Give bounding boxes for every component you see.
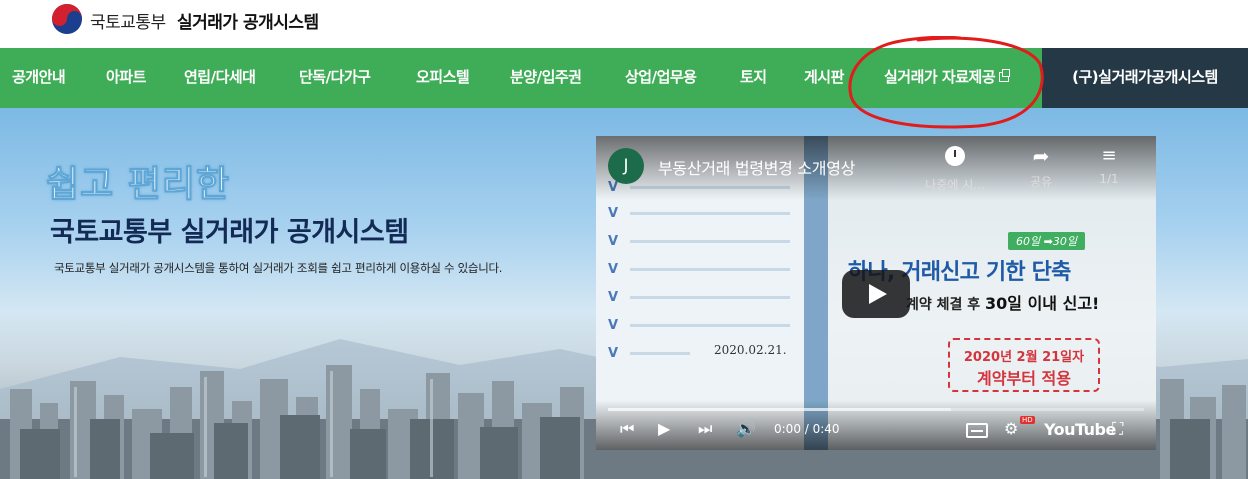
nav-item-old-system[interactable]: (구)실거래가공개시스템 (1042, 48, 1248, 108)
nav-item-guide[interactable]: 공개안내 (12, 48, 66, 108)
nav-item-apartment[interactable]: 아파트 (106, 48, 146, 108)
hero-description: 국토교통부 실거래가 공개시스템을 통하여 실거래가 조회를 쉽고 편리하게 이… (54, 261, 503, 275)
fullscreen-icon[interactable]: ⛶ (1112, 419, 1123, 439)
hero-title-system: 국토교통부 실거래가 공개시스템 (50, 217, 409, 248)
share-icon: ➦ (1032, 144, 1050, 168)
video-progress-bar[interactable] (608, 408, 1144, 411)
nav-item-data-provision[interactable]: 실거래가 자료제공 (884, 48, 1011, 108)
apply-date-stamp: 2020년 2월 21일자 계약부터 적용 (948, 338, 1100, 392)
hero-title-easy: 쉽고 편리한 (45, 164, 231, 206)
share-button[interactable]: ➦ 공유 (1006, 146, 1076, 190)
playlist-icon: ≡ (1101, 145, 1117, 166)
nav-item-land[interactable]: 토지 (740, 48, 767, 108)
play-icon[interactable]: ▶ (658, 419, 670, 439)
nav-item-officetel[interactable]: 오피스텔 (416, 48, 470, 108)
clock-icon (945, 146, 965, 166)
nav-item-detached[interactable]: 단독/다가구 (299, 48, 371, 108)
system-title[interactable]: 실거래가 공개시스템 (177, 8, 319, 33)
nav-item-commercial[interactable]: 상업/업무용 (625, 48, 697, 108)
nav-item-presale[interactable]: 분양/입주권 (510, 48, 582, 108)
youtube-video-player[interactable]: V V V V V V V 2020.02.21. 60일 ➡30일 하나, 거… (596, 136, 1156, 450)
external-link-icon (999, 69, 1011, 82)
channel-avatar[interactable]: J (608, 148, 644, 184)
video-title[interactable]: 부동산거래 법령변경 소개영상 (658, 155, 855, 179)
subtitles-icon[interactable] (966, 423, 988, 438)
settings-gear-icon[interactable]: ⚙ (1004, 419, 1018, 439)
nav-item-board[interactable]: 게시판 (804, 48, 844, 108)
poster-subline: 계약 체결 후 30일 이내 신고! (906, 294, 1100, 313)
hero-banner: 쉽고 편리한 국토교통부 실거래가 공개시스템 국토교통부 실거래가 공개시스템… (0, 108, 1248, 479)
nav-item-multiplex[interactable]: 연립/다세대 (184, 48, 256, 108)
youtube-logo[interactable]: YouTube (1044, 420, 1116, 439)
playlist-button[interactable]: ≡ 1/1 (1074, 145, 1144, 187)
next-icon[interactable]: ⏭ (698, 419, 712, 439)
volume-icon[interactable]: 🔊 (736, 419, 756, 439)
video-date: 2020.02.21. (714, 343, 787, 357)
nav-item-data-provision-label: 실거래가 자료제공 (884, 68, 996, 86)
taegeuk-logo-icon[interactable] (52, 4, 82, 34)
days-badge: 60일 ➡30일 (1008, 232, 1085, 250)
watch-later-button[interactable]: 나중에 시... (920, 146, 990, 193)
top-bar: 국토교통부 실거래가 공개시스템 (0, 0, 1248, 48)
play-button-large[interactable] (842, 270, 910, 318)
buffer-bar (608, 408, 952, 411)
video-time: 0:00 / 0:40 (774, 422, 840, 436)
hd-badge: HD (1020, 416, 1035, 424)
previous-icon[interactable]: ⏮ (620, 419, 634, 439)
main-nav: 공개안내 아파트 연립/다세대 단독/다가구 오피스텔 분양/입주권 상업/업무… (0, 48, 1248, 108)
ministry-name[interactable]: 국토교통부 (90, 8, 166, 33)
